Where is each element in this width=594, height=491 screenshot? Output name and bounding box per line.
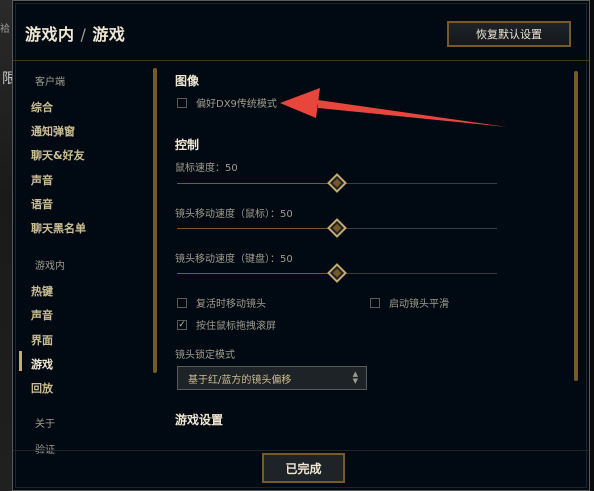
checkbox-box[interactable] [370, 297, 380, 308]
sidebar-item-hotkeys[interactable]: 热键 [31, 283, 53, 299]
sidebar-item-chat-blocklist[interactable]: 聊天黑名单 [31, 220, 86, 236]
breadcrumb-current: 游戏 [92, 25, 126, 44]
breadcrumb-parent: 游戏内 [25, 25, 75, 44]
checkbox-box[interactable] [177, 97, 187, 108]
slider-fill [177, 273, 337, 274]
camera-speed-keyboard-label: 镜头移动速度（键盘）：50 [175, 254, 293, 265]
slider-fill [177, 228, 337, 229]
mouse-speed-slider[interactable] [177, 173, 497, 193]
camera-speed-mouse-label: 镜头移动速度（鼠标）：50 [175, 209, 293, 220]
slider-handle[interactable] [327, 263, 347, 283]
section-heading-image: 图像 [175, 74, 200, 88]
done-button[interactable]: 已完成 [262, 453, 345, 483]
legacy-dx9-checkbox[interactable]: 偏好DX9传统模式 [177, 95, 277, 110]
camera-lock-mode-label: 镜头锁定模式 [175, 350, 235, 361]
checkbox-label: 偏好DX9传统模式 [196, 99, 277, 110]
slider-handle[interactable] [327, 173, 347, 193]
checkbox-label: 按住鼠标拖拽滚屏 [196, 321, 276, 332]
reset-defaults-button[interactable]: 恢复默认设置 [447, 21, 571, 47]
background-client-edge: 袷 限 [0, 0, 16, 491]
sidebar-item-about[interactable]: 关于 [35, 415, 55, 430]
section-heading-game-settings: 游戏设置 [175, 413, 224, 427]
updown-arrows-icon: ▲ ▼ [352, 370, 358, 385]
breadcrumb-separator: / [80, 25, 87, 44]
slider-handle[interactable] [327, 218, 347, 238]
camera-speed-keyboard-slider[interactable] [177, 263, 497, 283]
sidebar-item-chat-friends[interactable]: 聊天&好友 [31, 147, 85, 163]
settings-modal: 游戏内 / 游戏 恢复默认设置 客户端 综合 通知弹窗 聊天&好友 声音 语音 聊天… [12, 0, 590, 491]
checkbox-box[interactable] [177, 297, 187, 308]
camera-lock-mode-select[interactable]: 基于红/蓝方的镜头偏移 ▲ ▼ [177, 366, 367, 390]
sidebar-active-indicator [19, 351, 22, 371]
sidebar-section-client: 客户端 [35, 77, 65, 88]
sidebar-item-replay[interactable]: 回放 [31, 380, 53, 396]
content-scrollbar[interactable] [574, 71, 578, 381]
drag-scroll-checkbox[interactable]: ✓ 按住鼠标拖拽滚屏 [177, 317, 276, 332]
camera-speed-mouse-slider[interactable] [177, 218, 497, 238]
section-heading-control: 控制 [175, 138, 200, 152]
settings-content: 图像 偏好DX9传统模式 控制 鼠标速度：50 镜头移动速度（鼠标）：50 镜头… [165, 62, 565, 450]
settings-sidebar: 客户端 综合 通知弹窗 聊天&好友 声音 语音 聊天黑名单 游戏内 热键 声音 … [13, 62, 157, 456]
sidebar-scrollbar[interactable] [153, 68, 157, 373]
checkbox-label: 复活时移动镜头 [196, 299, 266, 310]
mouse-speed-label: 鼠标速度：50 [175, 163, 238, 174]
sidebar-item-notifications[interactable]: 通知弹窗 [31, 123, 75, 139]
modal-header: 游戏内 / 游戏 恢复默认设置 [13, 1, 589, 61]
sidebar-item-client-sound[interactable]: 声音 [31, 172, 53, 188]
sidebar-item-game[interactable]: 游戏 [31, 356, 53, 372]
background-text-fragment: 袷 [0, 24, 10, 35]
sidebar-item-ingame-sound[interactable]: 声音 [31, 307, 53, 323]
modal-footer: 已完成 [13, 450, 589, 491]
camera-smoothing-checkbox[interactable]: 启动镜头平滑 [370, 295, 449, 310]
sidebar-item-voice[interactable]: 语音 [31, 196, 53, 212]
sidebar-item-general[interactable]: 综合 [31, 99, 53, 115]
sidebar-section-ingame: 游戏内 [35, 261, 65, 272]
select-value: 基于红/蓝方的镜头偏移 [188, 374, 292, 386]
breadcrumb: 游戏内 / 游戏 [25, 21, 125, 45]
slider-fill [177, 183, 337, 184]
checkbox-label: 启动镜头平滑 [389, 299, 449, 310]
checkbox-box[interactable]: ✓ [177, 319, 187, 330]
sidebar-item-interface[interactable]: 界面 [31, 332, 53, 348]
move-camera-on-revive-checkbox[interactable]: 复活时移动镜头 [177, 295, 266, 310]
